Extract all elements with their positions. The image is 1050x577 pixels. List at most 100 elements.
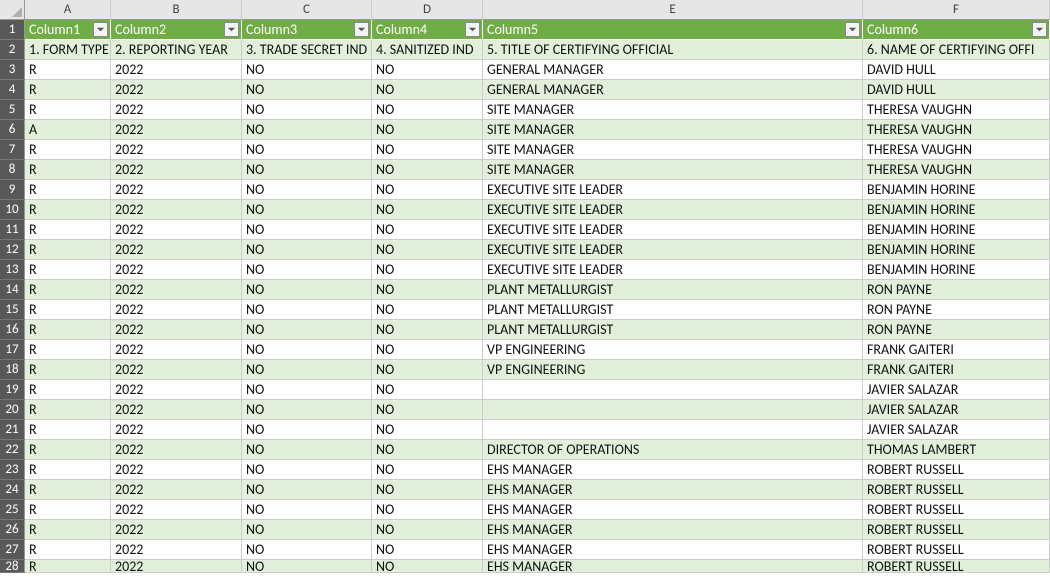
row-header[interactable]: 12 <box>0 240 25 260</box>
table-cell[interactable]: NO <box>242 380 372 400</box>
table-cell[interactable]: NO <box>372 480 483 500</box>
table-cell[interactable]: NO <box>242 300 372 320</box>
table-cell[interactable] <box>483 420 863 440</box>
table-cell[interactable]: 2022 <box>111 240 242 260</box>
table-cell[interactable]: JAVIER SALAZAR <box>863 400 1050 420</box>
table-cell[interactable]: ROBERT RUSSELL <box>863 480 1050 500</box>
table-cell[interactable]: NO <box>372 540 483 560</box>
table-cell[interactable]: NO <box>242 440 372 460</box>
row-header[interactable]: 7 <box>0 140 25 160</box>
table-cell[interactable]: THERESA VAUGHN <box>863 120 1050 140</box>
table-cell[interactable]: 2022 <box>111 60 242 80</box>
table-cell[interactable]: 4. SANITIZED IND <box>372 40 483 60</box>
table-cell[interactable]: NO <box>242 500 372 520</box>
table-cell[interactable]: R <box>25 160 111 180</box>
row-header[interactable]: 26 <box>0 520 25 540</box>
table-cell[interactable]: R <box>25 100 111 120</box>
row-header[interactable]: 5 <box>0 100 25 120</box>
table-cell[interactable]: ROBERT RUSSELL <box>863 560 1050 573</box>
table-cell[interactable]: NO <box>242 520 372 540</box>
table-cell[interactable]: 5. TITLE OF CERTIFYING OFFICIAL <box>483 40 863 60</box>
table-cell[interactable]: R <box>25 560 111 573</box>
table-cell[interactable]: R <box>25 240 111 260</box>
column-header[interactable]: A <box>25 0 111 20</box>
table-cell[interactable]: 6. NAME OF CERTIFYING OFFI <box>863 40 1050 60</box>
table-cell[interactable]: NO <box>372 560 483 573</box>
row-header[interactable]: 20 <box>0 400 25 420</box>
table-cell[interactable]: EXECUTIVE SITE LEADER <box>483 260 863 280</box>
row-header[interactable]: 22 <box>0 440 25 460</box>
table-cell[interactable]: PLANT METALLURGIST <box>483 320 863 340</box>
table-cell[interactable]: NO <box>242 200 372 220</box>
table-cell[interactable]: FRANK GAITERI <box>863 360 1050 380</box>
table-cell[interactable]: NO <box>372 300 483 320</box>
table-cell[interactable]: NO <box>372 380 483 400</box>
table-cell[interactable]: EXECUTIVE SITE LEADER <box>483 240 863 260</box>
table-cell[interactable]: 2. REPORTING YEAR <box>111 40 242 60</box>
table-cell[interactable]: NO <box>242 400 372 420</box>
table-cell[interactable]: 2022 <box>111 180 242 200</box>
table-cell[interactable]: EHS MANAGER <box>483 460 863 480</box>
row-header[interactable]: 27 <box>0 540 25 560</box>
row-header[interactable]: 14 <box>0 280 25 300</box>
table-cell[interactable]: NO <box>372 160 483 180</box>
row-header[interactable]: 4 <box>0 80 25 100</box>
table-cell[interactable]: NO <box>372 140 483 160</box>
table-cell[interactable]: NO <box>372 460 483 480</box>
column-header[interactable]: F <box>863 0 1050 20</box>
table-cell[interactable]: A <box>25 120 111 140</box>
row-header[interactable]: 11 <box>0 220 25 240</box>
table-cell[interactable]: R <box>25 220 111 240</box>
table-cell[interactable]: 2022 <box>111 140 242 160</box>
table-cell[interactable]: 2022 <box>111 260 242 280</box>
table-cell[interactable]: NO <box>372 400 483 420</box>
table-cell[interactable]: EXECUTIVE SITE LEADER <box>483 220 863 240</box>
table-cell[interactable]: BENJAMIN HORINE <box>863 180 1050 200</box>
table-cell[interactable]: NO <box>372 120 483 140</box>
table-cell[interactable]: 2022 <box>111 500 242 520</box>
table-cell[interactable]: PLANT METALLURGIST <box>483 280 863 300</box>
table-cell[interactable]: NO <box>242 460 372 480</box>
table-cell[interactable]: ROBERT RUSSELL <box>863 460 1050 480</box>
table-cell[interactable]: NO <box>242 140 372 160</box>
row-header[interactable]: 8 <box>0 160 25 180</box>
table-cell[interactable]: 2022 <box>111 320 242 340</box>
table-cell[interactable]: VP ENGINEERING <box>483 360 863 380</box>
table-cell[interactable]: EXECUTIVE SITE LEADER <box>483 200 863 220</box>
table-cell[interactable]: NO <box>242 540 372 560</box>
table-cell[interactable]: VP ENGINEERING <box>483 340 863 360</box>
table-cell[interactable]: NO <box>372 440 483 460</box>
table-cell[interactable]: R <box>25 460 111 480</box>
table-cell[interactable]: EHS MANAGER <box>483 500 863 520</box>
table-cell[interactable]: 2022 <box>111 360 242 380</box>
table-cell[interactable]: NO <box>372 320 483 340</box>
table-cell[interactable]: NO <box>372 220 483 240</box>
table-cell[interactable]: NO <box>242 480 372 500</box>
table-cell[interactable]: FRANK GAITERI <box>863 340 1050 360</box>
table-cell[interactable]: EHS MANAGER <box>483 480 863 500</box>
table-cell[interactable]: R <box>25 260 111 280</box>
column-header[interactable]: C <box>242 0 372 20</box>
column-header[interactable]: B <box>111 0 242 20</box>
table-cell[interactable]: NO <box>372 100 483 120</box>
table-cell[interactable]: BENJAMIN HORINE <box>863 240 1050 260</box>
table-cell[interactable]: GENERAL MANAGER <box>483 80 863 100</box>
table-cell[interactable]: ROBERT RUSSELL <box>863 540 1050 560</box>
table-cell[interactable]: 2022 <box>111 280 242 300</box>
row-header[interactable]: 24 <box>0 480 25 500</box>
table-cell[interactable]: R <box>25 180 111 200</box>
table-cell[interactable]: R <box>25 200 111 220</box>
table-cell[interactable]: R <box>25 80 111 100</box>
row-header[interactable]: 19 <box>0 380 25 400</box>
row-header[interactable]: 9 <box>0 180 25 200</box>
table-cell[interactable]: NO <box>242 100 372 120</box>
table-cell[interactable]: EHS MANAGER <box>483 560 863 573</box>
row-header[interactable]: 10 <box>0 200 25 220</box>
select-all-corner[interactable] <box>0 0 25 20</box>
filter-dropdown-icon[interactable] <box>1032 22 1047 37</box>
table-cell[interactable]: R <box>25 320 111 340</box>
table-cell[interactable]: PLANT METALLURGIST <box>483 300 863 320</box>
table-cell[interactable]: GENERAL MANAGER <box>483 60 863 80</box>
table-cell[interactable]: R <box>25 300 111 320</box>
table-cell[interactable]: NO <box>372 280 483 300</box>
